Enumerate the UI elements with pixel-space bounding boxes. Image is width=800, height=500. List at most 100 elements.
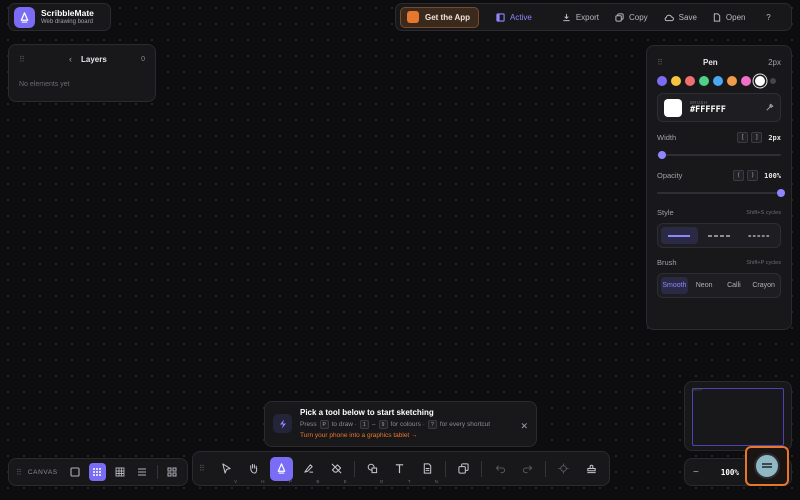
divider [445,460,447,477]
tip-text: Press [300,421,317,428]
dot-grid-button[interactable] [89,463,106,481]
minimap-viewport[interactable] [692,388,784,446]
width-slider[interactable] [657,149,781,161]
redo-icon [522,465,533,474]
graphics-tablet-link[interactable]: Turn your phone into a graphics tablet → [300,432,490,439]
opacity-value: 100% [764,171,781,180]
zoom-out-button[interactable]: − [693,467,699,478]
key-1: 1 [359,420,369,429]
hand-shortcut: H [261,478,265,484]
top-toolbar: Get the App Active Export Copy Save Open… [395,3,792,31]
stroke-style-selector [657,223,781,248]
templates-button[interactable] [164,463,180,481]
drag-handle-icon[interactable]: ⠿ [199,464,211,473]
opacity-increase-key[interactable]: ) [747,170,759,181]
eraser-tool[interactable]: E [324,457,347,484]
select-tool[interactable]: V [215,457,238,484]
get-app-button[interactable]: Get the App [400,6,480,28]
brush-option-crayon[interactable]: Crayon [750,277,777,294]
color-swatch-2[interactable] [671,76,681,86]
collapse-chevron-icon[interactable]: ‹ [69,54,81,64]
color-swatch-6[interactable] [727,76,737,86]
export-button[interactable]: Export [555,7,606,28]
color-swatch-7[interactable] [741,76,751,86]
duplicate-button[interactable] [452,457,475,481]
width-decrease-key[interactable]: [ [737,132,749,143]
brand: ScribbleMate Web drawing board [8,3,111,31]
highlighter-icon [304,464,314,473]
color-swatch-4[interactable] [699,76,709,86]
color-preview [664,98,682,117]
drag-handle-icon[interactable]: ⠿ [657,58,703,67]
select-shortcut: V [234,478,238,484]
sidebar-panel-icon [496,12,505,22]
shapes-tool[interactable]: O [361,457,384,484]
open-button[interactable]: Open [706,7,753,28]
width-increase-key[interactable]: ] [751,132,763,143]
style-hint: Shift+S cycles [746,209,781,216]
layers-title: Layers [81,54,107,64]
help-button[interactable]: ? [760,7,776,28]
opacity-slider-thumb[interactable] [777,189,785,197]
file-open-icon [713,12,721,22]
color-swatch-3[interactable] [685,76,695,86]
pen-shortcut: P [288,478,292,484]
brush-option-neon[interactable]: Neon [691,277,718,294]
stamp-tool[interactable] [580,457,603,481]
app-tagline: Web drawing board [41,19,93,25]
eraser-shortcut: E [343,478,347,484]
solid-line-option[interactable] [661,227,698,244]
close-icon[interactable]: ✕ [520,421,528,432]
dotted-line-icon [747,234,770,237]
dashed-line-option[interactable] [701,227,738,244]
tip-text: – [371,421,376,428]
text-tool[interactable]: T [388,457,411,484]
brush-option-calli[interactable]: Calli [721,277,748,294]
blank-canvas-button[interactable] [67,463,83,481]
center-view-button[interactable] [552,457,575,481]
more-colors-icon[interactable] [770,78,776,84]
help-icon: ? [766,12,771,22]
undo-button[interactable] [488,457,511,481]
assistant-avatar-icon [754,453,780,479]
pen-nib-icon [277,463,286,474]
divider [353,460,355,477]
eyedropper-icon[interactable] [765,103,774,112]
hex-color-field[interactable]: BRUSH #FFFFFF [657,93,781,122]
app-download-icon [407,11,419,23]
brush-type-selector: Smooth Neon Calli Crayon [657,273,781,298]
zoom-level[interactable]: 100% [721,468,739,477]
opacity-decrease-key[interactable]: ( [733,170,745,181]
layers-count: 0 [141,55,145,63]
hand-icon [250,463,258,474]
redo-button[interactable] [516,457,539,481]
text-t-icon [396,464,404,474]
color-swatch-8[interactable] [755,76,765,86]
color-swatch-1[interactable] [657,76,667,86]
app-name: ScribbleMate [41,8,94,18]
assistant-button[interactable] [745,446,789,486]
drag-handle-icon[interactable]: ⠿ [16,468,22,477]
export-label: Export [575,12,599,22]
width-slider-thumb[interactable] [657,151,666,159]
active-label: Active [510,12,532,22]
minimap[interactable]: MAP [684,381,792,451]
pen-tool[interactable]: P [269,456,293,484]
save-button[interactable]: Save [657,7,704,28]
opacity-label: Opacity [657,171,683,180]
square-grid-button[interactable] [112,463,128,481]
drag-handle-icon[interactable]: ⠿ [19,55,33,64]
note-tool[interactable]: N [416,457,439,484]
opacity-slider[interactable] [657,187,785,199]
highlighter-tool[interactable]: B [297,457,320,484]
get-app-label: Get the App [425,12,471,22]
crosshair-icon [558,463,569,474]
dotted-line-option[interactable] [740,227,777,244]
active-toggle-button[interactable]: Active [489,7,539,28]
hand-tool[interactable]: H [242,457,265,484]
color-swatch-5[interactable] [713,76,723,86]
copy-button[interactable]: Copy [608,7,655,28]
lined-button[interactable] [134,463,150,481]
brush-option-smooth[interactable]: Smooth [661,277,688,294]
style-label: Style [657,208,674,217]
